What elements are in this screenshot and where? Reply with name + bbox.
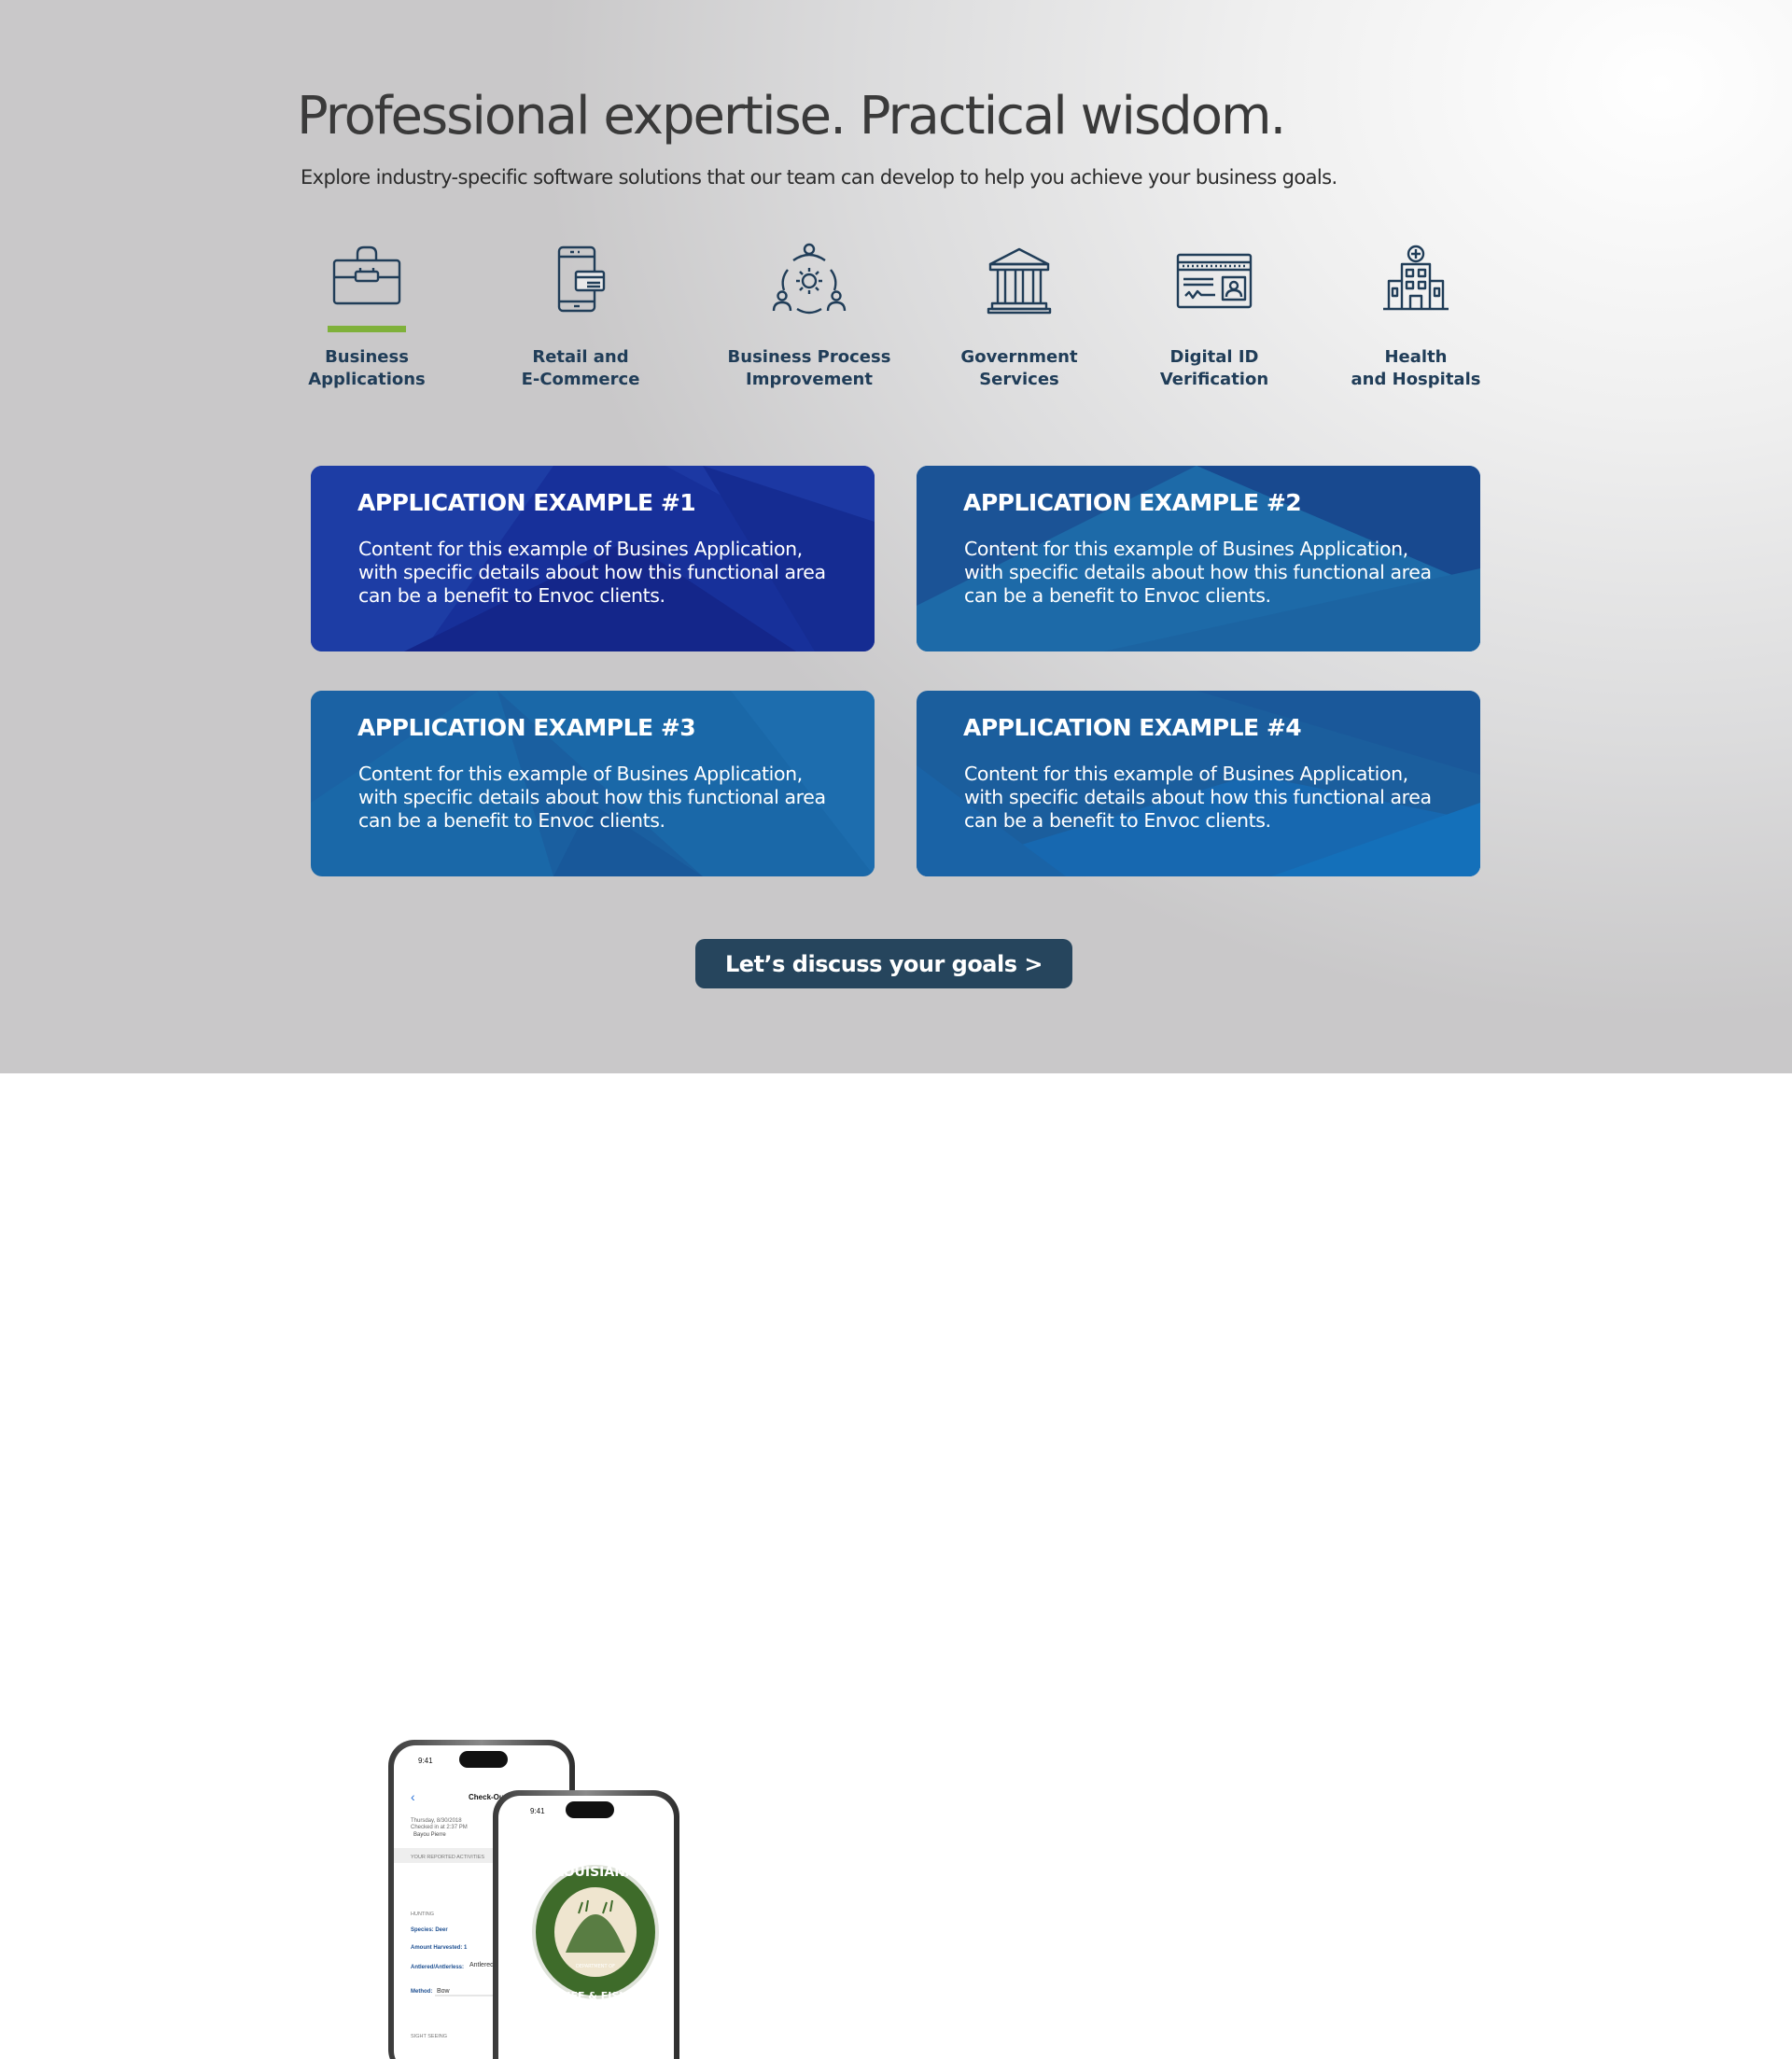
card-title: APPLICATION EXAMPLE #4 <box>963 714 1302 741</box>
application-example-card-2[interactable]: APPLICATION EXAMPLE #2 Content for this … <box>917 466 1480 651</box>
svg-text:WILDLIFE & FISHERIES: WILDLIFE & FISHERIES <box>530 1990 661 2002</box>
svg-text:Amount Harvested: 1: Amount Harvested: 1 <box>411 1945 468 1951</box>
card-title: APPLICATION EXAMPLE #2 <box>963 489 1302 516</box>
svg-text:‹: ‹ <box>411 1789 415 1804</box>
industries-hero-section: Professional expertise. Practical wisdom… <box>0 0 1792 1073</box>
svg-text:Antlered/Antlerless:: Antlered/Antlerless: <box>411 1965 464 1970</box>
id-card-icon <box>1172 238 1256 322</box>
tab-indicator <box>1377 326 1455 332</box>
mobile-payment-icon <box>539 238 623 322</box>
card-title: APPLICATION EXAMPLE #3 <box>357 714 696 741</box>
application-example-card-1[interactable]: APPLICATION EXAMPLE #1 Content for this … <box>311 466 875 651</box>
card-body: Content for this example of Busines Appl… <box>358 763 826 832</box>
svg-text:Bow: Bow <box>437 1988 451 1995</box>
industry-tab-retail-ecommerce[interactable]: Retail and E-Commerce <box>473 238 688 391</box>
svg-text:DEPARTMENT OF: DEPARTMENT OF <box>576 1964 615 1969</box>
svg-text:Checked in at 2:37 PM: Checked in at 2:37 PM <box>411 1825 468 1830</box>
svg-text:HUNTING: HUNTING <box>411 1912 434 1917</box>
government-building-icon <box>977 238 1061 322</box>
industry-label: Retail and E-Commerce <box>521 347 640 389</box>
svg-text:Method:: Method: <box>411 1989 432 1995</box>
tab-indicator <box>541 326 620 332</box>
svg-text:Antlered: Antlered <box>469 1962 494 1968</box>
industry-tab-government-services[interactable]: Government Services <box>912 238 1127 391</box>
card-body: Content for this example of Busines Appl… <box>964 538 1432 607</box>
briefcase-icon <box>325 238 409 322</box>
page-headline: Professional expertise. Practical wisdom… <box>297 86 1286 147</box>
card-title: APPLICATION EXAMPLE #1 <box>357 489 696 516</box>
front-phone-time: 9:41 <box>530 1807 545 1815</box>
card-body: Content for this example of Busines Appl… <box>964 763 1432 832</box>
industry-label: Government Services <box>960 347 1078 389</box>
application-example-card-3[interactable]: APPLICATION EXAMPLE #3 Content for this … <box>311 691 875 876</box>
industry-label: Business Process Improvement <box>727 347 891 389</box>
hospital-icon <box>1374 238 1458 322</box>
industry-tab-digital-id-verification[interactable]: Digital ID Verification <box>1107 238 1322 391</box>
tab-indicator <box>770 326 848 332</box>
active-tab-indicator <box>328 326 406 332</box>
industry-label: Health and Hospitals <box>1351 347 1481 389</box>
svg-text:Thursday, 8/30/2018: Thursday, 8/30/2018 <box>411 1818 462 1824</box>
tab-indicator <box>980 326 1058 332</box>
back-phone-time: 9:41 <box>418 1757 433 1765</box>
industry-tab-business-applications[interactable]: Business Applications <box>259 238 474 391</box>
page-subheadline: Explore industry-specific software solut… <box>301 166 1337 189</box>
discuss-goals-button[interactable]: Let’s discuss your goals > <box>695 939 1072 988</box>
industry-tab-health-hospitals[interactable]: Health and Hospitals <box>1309 238 1523 391</box>
phones-illustration: 9:41 ‹ Check-Out Thursday, 8/30/2018 Che… <box>388 1740 679 2059</box>
industry-tab-business-process-improvement[interactable]: Business Process Improvement <box>702 238 917 391</box>
tab-indicator <box>1175 326 1253 332</box>
svg-text:Bayou Pierre: Bayou Pierre <box>413 1832 446 1838</box>
svg-text:SIGHT SEEING: SIGHT SEEING <box>411 2034 447 2039</box>
application-example-card-4[interactable]: APPLICATION EXAMPLE #4 Content for this … <box>917 691 1480 876</box>
industry-label: Business Applications <box>308 347 426 389</box>
mobile-app-mockup-image: 9:41 ‹ Check-Out Thursday, 8/30/2018 Che… <box>383 1736 691 2059</box>
svg-text:LOUISIANA: LOUISIANA <box>555 1865 636 1880</box>
process-gear-icon <box>767 238 851 322</box>
industry-label: Digital ID Verification <box>1159 347 1269 389</box>
svg-text:Species: Deer: Species: Deer <box>411 1927 448 1933</box>
card-body: Content for this example of Busines Appl… <box>358 538 826 607</box>
svg-text:YOUR REPORTED ACTIVITIES: YOUR REPORTED ACTIVITIES <box>411 1855 484 1860</box>
